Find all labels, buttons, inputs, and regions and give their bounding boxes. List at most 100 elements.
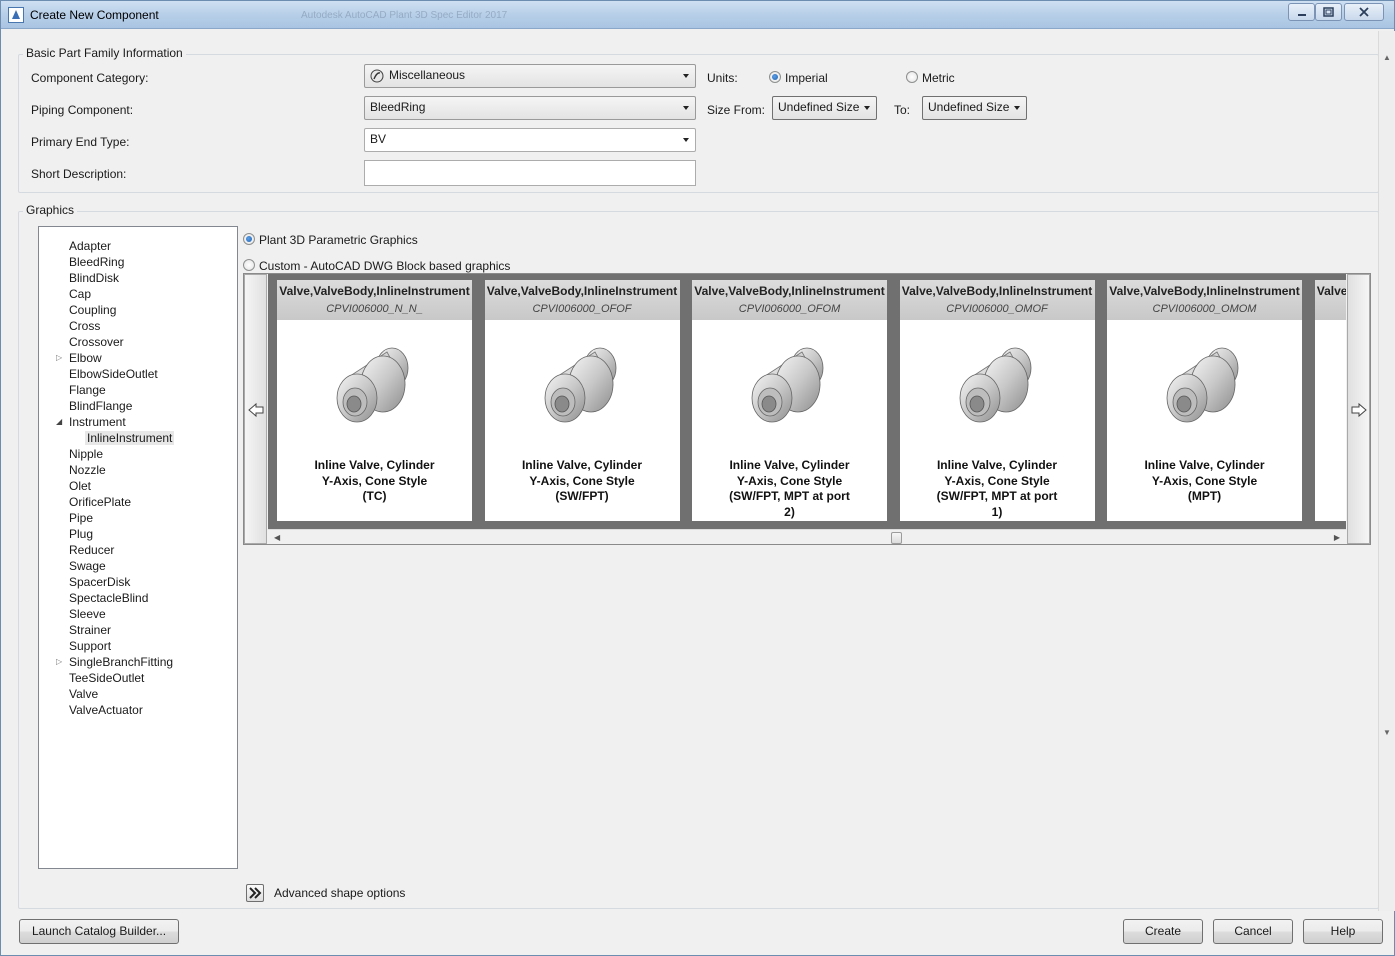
advanced-options-label[interactable]: Advanced shape options xyxy=(274,886,405,900)
units-imperial-radio[interactable] xyxy=(769,71,781,83)
tree-item[interactable]: Adapter xyxy=(69,239,111,253)
scroll-right-icon[interactable]: ▶ xyxy=(1334,533,1340,542)
tree-item[interactable]: Nipple xyxy=(69,447,103,461)
size-to-combo[interactable]: Undefined Size xyxy=(922,96,1027,120)
tree-item[interactable]: SingleBranchFitting xyxy=(69,655,173,669)
tree-item[interactable]: Support xyxy=(69,639,111,653)
vertical-scrollbar[interactable]: ▲ ▼ xyxy=(1378,31,1395,911)
tree-collapse-icon[interactable]: ◢ xyxy=(56,417,64,427)
valve-thumbnail-icon xyxy=(959,347,1031,423)
chevron-down-icon xyxy=(864,106,870,110)
tree-item[interactable]: SpectacleBlind xyxy=(69,591,148,605)
tree-item[interactable]: Cap xyxy=(69,287,91,301)
card-header: Valve,ValveBody,InlineInstrument CPVI006… xyxy=(899,280,1095,320)
card-description: Inline Valve, Cylinder Y-Axis, Cone Style… xyxy=(700,458,879,520)
component-card[interactable]: Valve,ValveBody,InlineInstrument CPVI006… xyxy=(692,280,887,521)
component-card[interactable]: Valve,ValveBody,InlineInstrument CPVI006… xyxy=(277,280,472,521)
card-type: Valve,ValveBody,InlineInstrument xyxy=(694,284,885,298)
help-button[interactable]: Help xyxy=(1303,919,1383,944)
tree-item[interactable]: ValveActuator xyxy=(69,703,143,717)
close-button[interactable] xyxy=(1344,3,1384,21)
tree-item[interactable]: Elbow xyxy=(69,351,102,365)
create-component-dialog: Create New Component Autodesk AutoCAD Pl… xyxy=(0,0,1395,956)
tree-item[interactable]: Pipe xyxy=(69,511,93,525)
chevron-down-icon xyxy=(1014,106,1020,110)
component-card[interactable]: Valve,ValveBody,InlineInstrument CPVI006… xyxy=(1107,280,1302,521)
piping-value: BleedRing xyxy=(370,100,426,114)
tree-item[interactable]: ElbowSideOutlet xyxy=(69,367,158,381)
card-description-line: Inline Valve, Cylinder xyxy=(314,458,435,472)
scroll-up-icon[interactable]: ▲ xyxy=(1383,53,1391,62)
tree-item[interactable]: Instrument xyxy=(69,415,126,429)
basic-info-group xyxy=(18,54,1379,193)
card-description: Inline Valve, Cylinder Y-Axis, Cone Style… xyxy=(493,458,672,505)
tree-item[interactable]: Coupling xyxy=(69,303,116,317)
card-description: Inline Valve, Cylinder Y-Axis, Cone Style… xyxy=(285,458,464,505)
minimize-button[interactable] xyxy=(1288,3,1315,21)
custom-graphics-label[interactable]: Custom - AutoCAD DWG Block based graphic… xyxy=(259,259,510,273)
card-description-line: Inline Valve, Cylinder xyxy=(1144,458,1265,472)
tree-item[interactable]: Sleeve xyxy=(69,607,106,621)
short-desc-input[interactable] xyxy=(364,160,696,186)
parametric-graphics-label[interactable]: Plant 3D Parametric Graphics xyxy=(259,233,418,247)
parametric-graphics-radio[interactable] xyxy=(243,233,255,245)
tree-expand-icon[interactable]: ▷ xyxy=(56,353,64,363)
next-button[interactable] xyxy=(1347,274,1370,544)
component-card[interactable]: Valve,ValveBody,InlineInstrument CPVI006… xyxy=(899,280,1095,521)
horizontal-scrollbar[interactable]: ◀ ▶ xyxy=(268,529,1346,544)
piping-combo[interactable]: BleedRing xyxy=(364,96,696,120)
end-type-combo[interactable]: BV xyxy=(364,128,696,152)
card-strip: Valve,ValveBody,InlineInstrument CPVI006… xyxy=(268,274,1346,529)
close-icon xyxy=(1359,7,1369,17)
tree-item[interactable]: BlindDisk xyxy=(69,271,119,285)
tree-item[interactable]: BleedRing xyxy=(69,255,124,269)
launch-catalog-builder-button[interactable]: Launch Catalog Builder... xyxy=(19,919,179,944)
miscellaneous-icon xyxy=(370,69,384,83)
tree-item[interactable]: Valve xyxy=(69,687,98,701)
component-card[interactable]: Valve,ValveBody,InlineInstrument CPVI006… xyxy=(484,280,680,521)
create-button[interactable]: Create xyxy=(1123,919,1203,944)
card-description-line: Inline Valve, Cylinder xyxy=(729,458,850,472)
tree-item[interactable]: TeeSideOutlet xyxy=(69,671,144,685)
tree-item[interactable]: Flange xyxy=(69,383,106,397)
units-imperial-label[interactable]: Imperial xyxy=(785,71,828,85)
tree-item[interactable]: Swage xyxy=(69,559,106,573)
units-metric-label[interactable]: Metric xyxy=(922,71,955,85)
card-description-line: Inline Valve, Cylinder xyxy=(936,458,1058,472)
tree-expand-icon[interactable]: ▷ xyxy=(56,657,64,667)
tree-item[interactable]: Nozzle xyxy=(69,463,106,477)
scroll-down-icon[interactable]: ▼ xyxy=(1383,728,1391,737)
size-from-combo[interactable]: Undefined Size xyxy=(772,96,877,120)
card-description-line: (TC) xyxy=(362,489,387,503)
valve-thumbnail-icon xyxy=(1166,347,1239,423)
valve-thumbnail-icon xyxy=(751,347,824,423)
units-metric-radio[interactable] xyxy=(906,71,918,83)
card-type: Valve,ValveBody,InlineInstrument xyxy=(486,284,678,298)
tree-item[interactable]: OrificePlate xyxy=(69,495,131,509)
card-code: CPVI006000_N_N_ xyxy=(326,303,423,315)
card-description: Inline Valve, Cylinder Y-Axis, Cone Style… xyxy=(908,458,1087,520)
scroll-left-icon[interactable]: ◀ xyxy=(274,533,280,542)
tree-item[interactable]: Cross xyxy=(69,319,100,333)
component-card[interactable]: Valve,ValveBody,InlineInstrument xyxy=(1314,280,1346,521)
tree-item[interactable]: Olet xyxy=(69,479,91,493)
tree-item[interactable]: Reducer xyxy=(69,543,114,557)
maximize-button[interactable] xyxy=(1315,3,1342,21)
cancel-button[interactable]: Cancel xyxy=(1213,919,1293,944)
tree-item[interactable]: SpacerDisk xyxy=(69,575,130,589)
graphics-group-label: Graphics xyxy=(23,203,78,217)
tree-item[interactable]: Strainer xyxy=(69,623,111,637)
component-tree[interactable]: Adapter BleedRing BlindDisk Cap Coupling Cros… xyxy=(38,226,238,869)
category-combo[interactable]: Miscellaneous xyxy=(364,64,696,88)
custom-graphics-radio[interactable] xyxy=(243,259,255,271)
card-code: CPVI006000_OFOM xyxy=(738,303,841,315)
advanced-options-button[interactable] xyxy=(246,884,264,902)
tree-item[interactable]: Crossover xyxy=(69,335,124,349)
previous-button[interactable] xyxy=(244,274,267,544)
tree-item[interactable]: InlineInstrument xyxy=(85,431,175,445)
category-value: Miscellaneous xyxy=(389,68,466,82)
tree-item[interactable]: BlindFlange xyxy=(69,399,132,413)
card-type: Valve,ValveBody,InlineInstrument xyxy=(1316,284,1346,298)
tree-item[interactable]: Plug xyxy=(69,527,93,541)
scroll-thumb[interactable] xyxy=(891,532,902,544)
